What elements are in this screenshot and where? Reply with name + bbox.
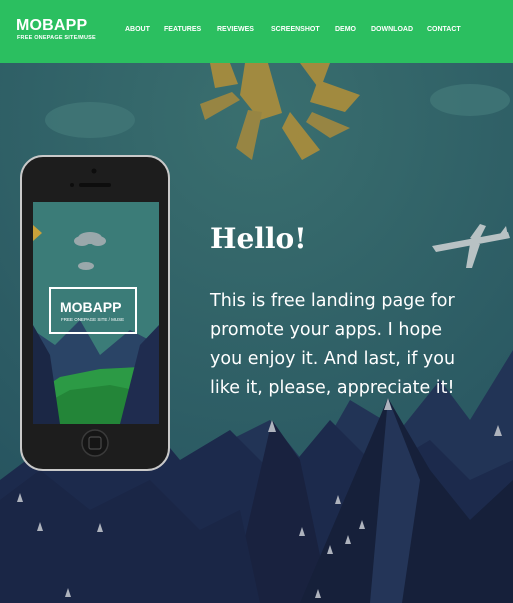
nav-screenshot[interactable]: SCREENSHOT [271,26,320,33]
screen-logo-tagline: FREE ONEPAGE SITE / MUSE [61,317,125,322]
nav-about[interactable]: ABOUT [125,26,150,33]
nav-reviewes[interactable]: REVIEWES [217,26,254,33]
phone-home-button[interactable] [81,429,109,457]
hero-text: This is free landing page for promote yo… [210,291,456,398]
nav-demo[interactable]: DEMO [335,26,356,33]
nav-download[interactable]: DOWNLOAD [371,26,413,33]
main-nav: ABOUT FEATURES REVIEWES SCREENSHOT DEMO … [0,26,513,38]
top-header: MOBAPP FREE ONEPAGE SITE/MUSE ABOUT FEAT… [0,0,513,63]
nav-features[interactable]: FEATURES [164,26,201,33]
nav-contact[interactable]: CONTACT [427,26,461,33]
screen-logo-box: MOBAPP FREE ONEPAGE SITE / MUSE [49,287,137,334]
hero-heading: Hello! [210,222,307,255]
screen-logo-title: MOBAPP [60,299,122,315]
